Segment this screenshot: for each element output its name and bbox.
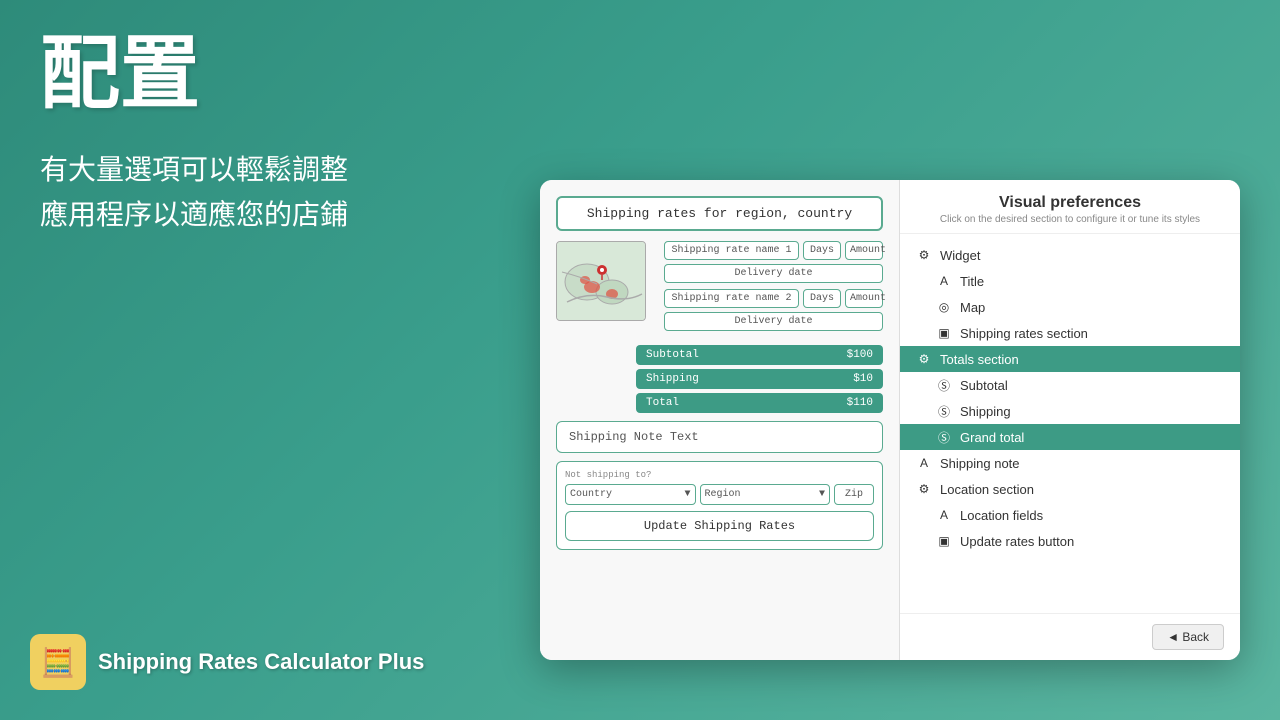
dollar-icon: Ⓢ [936,403,952,419]
tree-item-shipping-note[interactable]: A Shipping note [900,450,1240,476]
tree-item-widget[interactable]: ⚙ Widget [900,242,1240,268]
tree-item-map[interactable]: ◎ Map [900,294,1240,320]
delivery-date-1: Delivery date [664,264,883,283]
gear-icon: ⚙ [916,481,932,497]
update-rates-btn[interactable]: Update Shipping Rates [565,511,874,541]
total-value: $110 [847,397,873,409]
preferences-panel: Visual preferences Click on the desired … [900,180,1240,660]
region-chevron: ▼ [819,489,825,500]
app-branding: 🧮 Shipping Rates Calculator Plus [30,634,424,690]
main-title: 配置 [40,30,348,118]
rate-days-2: Days [803,289,841,308]
shipping-row-1: Shipping rate name 1 Days Amount [664,241,883,260]
tree-label-shipping-note: Shipping note [940,456,1020,471]
location-section-preview: Not shipping to? Country ▼ Region ▼ Zip … [556,461,883,550]
gear-icon: ⚙ [916,247,932,263]
tree-item-shipping-rates-section[interactable]: ▣ Shipping rates section [900,320,1240,346]
rate-amount-1: Amount [845,241,883,260]
tree-label-subtotal: Subtotal [960,378,1008,393]
table-icon: ▣ [936,533,952,549]
map-thumbnail [556,241,646,321]
tree-label-update-rates-button: Update rates button [960,534,1074,549]
left-panel: 配置 有大量選項可以輕鬆調整 應用程序以適應您的店鋪 [40,30,348,238]
location-inputs: Country ▼ Region ▼ Zip [565,484,874,505]
zip-field[interactable]: Zip [834,484,874,505]
not-shipping-label: Not shipping to? [565,470,874,480]
tree-label-map: Map [960,300,985,315]
gear-icon: ⚙ [916,351,932,367]
location-icon: ◎ [936,299,952,315]
country-chevron: ▼ [684,489,690,500]
tree-list: ⚙ Widget A Title ◎ Map ▣ Shipping rates section… [900,234,1240,613]
rate-days-1: Days [803,241,841,260]
app-icon-emoji: 🧮 [41,646,76,679]
totals-box: Subtotal $100 Shipping $10 Total $110 [636,345,883,413]
rate-name-2: Shipping rate name 2 [664,289,799,308]
tree-item-update-rates-button[interactable]: ▣ Update rates button [900,528,1240,554]
region-select[interactable]: Region ▼ [700,484,831,505]
shipping-label: Shipping [646,373,699,385]
preferences-title: Visual preferences [916,194,1224,212]
tree-item-subtotal[interactable]: Ⓢ Subtotal [900,372,1240,398]
text-icon: A [936,507,952,523]
table-icon: ▣ [936,325,952,341]
subtitle-line2: 應用程序以適應您的店鋪 [40,193,348,238]
tree-item-totals-section[interactable]: ⚙ Totals section [900,346,1240,372]
region-label: Region [705,489,741,500]
widget-title: Shipping rates for region, country [556,196,883,231]
subtotal-label: Subtotal [646,349,699,361]
tree-label-location-fields: Location fields [960,508,1043,523]
subtitle: 有大量選項可以輕鬆調整 應用程序以適應您的店鋪 [40,148,348,238]
map-svg [557,242,646,321]
tree-label-totals-section: Totals section [940,352,1019,367]
tree-label-grand-total: Grand total [960,430,1024,445]
tree-item-shipping[interactable]: Ⓢ Shipping [900,398,1240,424]
ui-window: Shipping rates for region, country [540,180,1240,660]
app-icon: 🧮 [30,634,86,690]
country-label: Country [570,489,612,500]
tree-item-location-fields[interactable]: A Location fields [900,502,1240,528]
tree-item-location-section[interactable]: ⚙ Location section [900,476,1240,502]
country-select[interactable]: Country ▼ [565,484,696,505]
shipping-row-total: Shipping $10 [636,369,883,389]
shipping-value: $10 [853,373,873,385]
text-icon: A [936,273,952,289]
shipping-note-field: Shipping Note Text [556,421,883,453]
text-icon: A [916,455,932,471]
app-name: Shipping Rates Calculator Plus [98,649,424,675]
widget-preview: Shipping rates for region, country [540,180,900,660]
tree-label-title: Title [960,274,984,289]
tree-label-shipping: Shipping [960,404,1011,419]
dollar-icon: Ⓢ [936,429,952,445]
preferences-header: Visual preferences Click on the desired … [900,180,1240,234]
tree-item-title[interactable]: A Title [900,268,1240,294]
delivery-date-2: Delivery date [664,312,883,331]
subtotal-value: $100 [847,349,873,361]
subtotal-row: Subtotal $100 [636,345,883,365]
total-row: Total $110 [636,393,883,413]
shipping-rate-rows: Shipping rate name 1 Days Amount Deliver… [664,241,883,337]
total-label: Total [646,397,679,409]
tree-label-widget: Widget [940,248,980,263]
shipping-row-2: Shipping rate name 2 Days Amount [664,289,883,308]
preferences-subtitle: Click on the desired section to configur… [916,214,1224,225]
back-btn-area: ◄ Back [900,613,1240,660]
rate-amount-2: Amount [845,289,883,308]
tree-item-grand-total[interactable]: Ⓢ Grand total [900,424,1240,450]
tree-label-location-section: Location section [940,482,1034,497]
rate-name-1: Shipping rate name 1 [664,241,799,260]
back-button[interactable]: ◄ Back [1152,624,1224,650]
subtitle-line1: 有大量選項可以輕鬆調整 [40,148,348,193]
dollar-icon: Ⓢ [936,377,952,393]
tree-label-shipping-rates-section: Shipping rates section [960,326,1088,341]
